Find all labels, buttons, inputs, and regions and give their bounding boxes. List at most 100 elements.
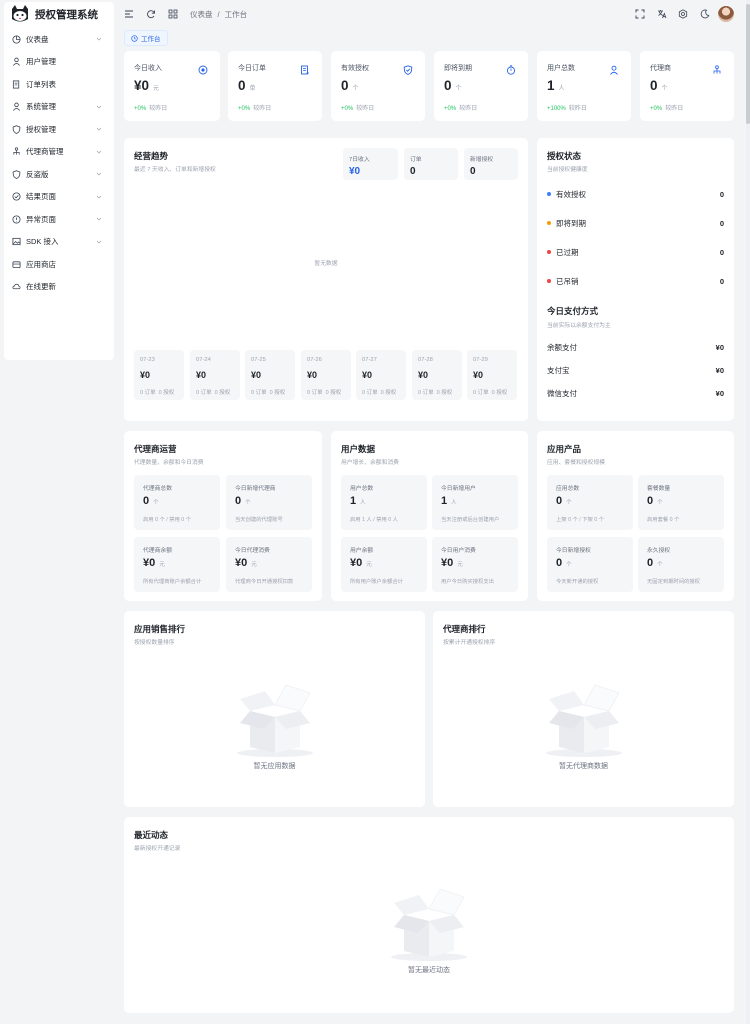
stat-value-row: 0个 [341, 78, 359, 93]
menu-fold-icon[interactable] [124, 9, 134, 19]
status-label: 已过期 [556, 247, 579, 257]
breadcrumb: 仪表盘 / 工作台 [190, 9, 247, 20]
metric-value-row: 0个 [556, 495, 572, 507]
sidebar-item-users[interactable]: 用户管理 [4, 51, 114, 74]
metric-unit: 元 [457, 562, 463, 568]
metric-unit: 元 [366, 562, 372, 568]
day-footer: 0 订单 0 授权 [418, 388, 452, 396]
top-bar: 仪表盘 / 工作台 [118, 0, 750, 28]
status-row-expired: 已过期 0 [547, 246, 724, 258]
status-row-revoked: 已吊销 0 [547, 275, 724, 287]
day-orders: 0 订单 [418, 390, 434, 396]
trend-day: 07-24 ¥0 0 订单 0 授权 [190, 350, 240, 400]
recent-subtitle: 最新授权开通记录 [134, 846, 181, 852]
metric-value-row: 1人 [350, 495, 366, 507]
translate-icon[interactable] [657, 9, 667, 19]
sidebar: 授权管理系统 仪表盘 用户管理 订单列表 系统管理 授权管理 代理商管理 反盗版… [0, 0, 116, 1024]
day-auths: 0 授权 [269, 390, 286, 396]
sidebar-item-update[interactable]: 在线更新 [4, 276, 114, 299]
sidebar-item-label: SDK 接入 [26, 237, 59, 247]
trend-day: 07-27 ¥0 0 订单 0 授权 [356, 350, 406, 400]
day-auths: 0 授权 [380, 390, 397, 396]
summary-label: 7日收入 [349, 157, 370, 163]
summary-value: 0 [470, 166, 476, 177]
chevron-down-icon [96, 195, 102, 198]
metric-value-row: ¥0 元 [350, 557, 372, 569]
stat-value: 0 [238, 78, 246, 93]
user-data-title: 用户数据 [341, 444, 376, 454]
day-value: ¥0 [418, 370, 429, 380]
metric-unit: 个 [566, 562, 572, 568]
cat-logo-icon [12, 5, 28, 22]
metric-value: 0 [647, 495, 654, 507]
day-date: 07-26 [307, 357, 322, 363]
agent-ops-card: 代理商运营 代理数量、余额和今日消费 代理商总数 0个 启用 0 个 / 禁用 … [124, 431, 322, 601]
sidebar-item-system[interactable]: 系统管理 [4, 96, 114, 119]
tab-workbench[interactable]: 工作台 [124, 30, 168, 46]
refresh-icon[interactable] [146, 9, 156, 19]
stat-value-row: 1人 [547, 78, 565, 93]
alert-circle-icon [12, 215, 21, 224]
sidebar-item-result[interactable]: 结果页面 [4, 186, 114, 209]
stat-value: 1 [547, 78, 555, 93]
tab-bar: 工作台 [124, 30, 168, 46]
trend-day: 07-29 ¥0 0 订单 0 授权 [467, 350, 517, 400]
metric-footer: 启用 1 人 / 禁用 0 人 [350, 517, 398, 523]
sidebar-item-dashboard[interactable]: 仪表盘 [4, 28, 114, 51]
chevron-down-icon [96, 217, 102, 221]
day-footer: 0 订单 0 授权 [251, 388, 285, 396]
app-title: 授权管理系统 [35, 8, 98, 21]
app-logo[interactable]: 授权管理系统 [10, 4, 98, 24]
metric-box: 今日代理消费 ¥0 元 代理商今日开通授权扣款 [226, 537, 312, 592]
auth-status-title: 授权状态 [547, 151, 582, 161]
metric-value-row: ¥0 元 [441, 557, 463, 569]
sidebar-item-exception[interactable]: 异常页面 [4, 208, 114, 231]
stat-compare: 较昨日 [459, 106, 478, 112]
metric-label: 今日新增授权 [556, 548, 591, 554]
stat-unit: 个 [661, 86, 668, 92]
app-ranking-title: 应用销售排行 [134, 624, 186, 634]
scrollbar-thumb[interactable] [746, 4, 750, 124]
user-data-card: 用户数据 用户增长、余额和消费 用户总数 1人 启用 1 人 / 禁用 0 人 … [331, 431, 528, 601]
user-icon [13, 57, 20, 67]
org-icon [13, 147, 20, 155]
trend-day: 07-23 ¥0 0 订单 0 授权 [134, 350, 184, 400]
trend-title: 经营趋势 [134, 151, 169, 161]
sidebar-item-store[interactable]: 应用商店 [4, 253, 114, 276]
sidebar-item-agents[interactable]: 代理商管理 [4, 141, 114, 164]
gear-icon[interactable] [678, 9, 688, 19]
sidebar-item-orders[interactable]: 订单列表 [4, 73, 114, 96]
day-auths: 0 授权 [436, 390, 453, 396]
metric-unit: 个 [153, 500, 159, 506]
trend-summary-income: 7日收入 ¥0 [343, 148, 398, 180]
metric-footer: 当天创建的代理账号 [235, 517, 283, 523]
page-scrollbar[interactable] [746, 0, 750, 1024]
summary-label: 订单 [410, 157, 422, 163]
sidebar-item-sdk[interactable]: SDK 接入 [4, 231, 114, 254]
status-dot [547, 192, 551, 196]
sidebar-item-antipiracy[interactable]: 反盗版 [4, 163, 114, 186]
metric-value-row: 0个 [556, 557, 572, 569]
fullscreen-icon[interactable] [635, 9, 645, 19]
metric-value: 0 [235, 495, 242, 507]
day-date: 07-23 [140, 357, 155, 363]
stat-value: 0 [650, 78, 658, 93]
breadcrumb-item[interactable]: 仪表盘 [190, 10, 213, 19]
metric-value-row: 0个 [647, 557, 663, 569]
metric-footer: 用户今日购买授权支出 [441, 579, 494, 585]
stat-unit: 个 [352, 86, 359, 92]
pay-row-wechat: 微信支付 ¥0 [547, 387, 724, 399]
grid-icon[interactable] [168, 9, 178, 19]
agent-ops-subtitle: 代理数量、余额和今日消费 [134, 460, 204, 466]
avatar[interactable] [718, 6, 734, 22]
stat-compare: 较昨日 [568, 106, 587, 112]
stat-change: +0% [444, 106, 457, 112]
moon-icon[interactable] [700, 9, 710, 19]
day-date: 07-28 [418, 357, 433, 363]
stat-card-agents: 代理商 0个 +0% 较昨日 [640, 51, 734, 121]
sidebar-item-auth[interactable]: 授权管理 [4, 118, 114, 141]
stat-value-row: 0个 [444, 78, 462, 93]
status-dot [547, 250, 551, 254]
metric-value-row: 0个 [235, 495, 251, 507]
metric-unit: 个 [245, 500, 251, 506]
